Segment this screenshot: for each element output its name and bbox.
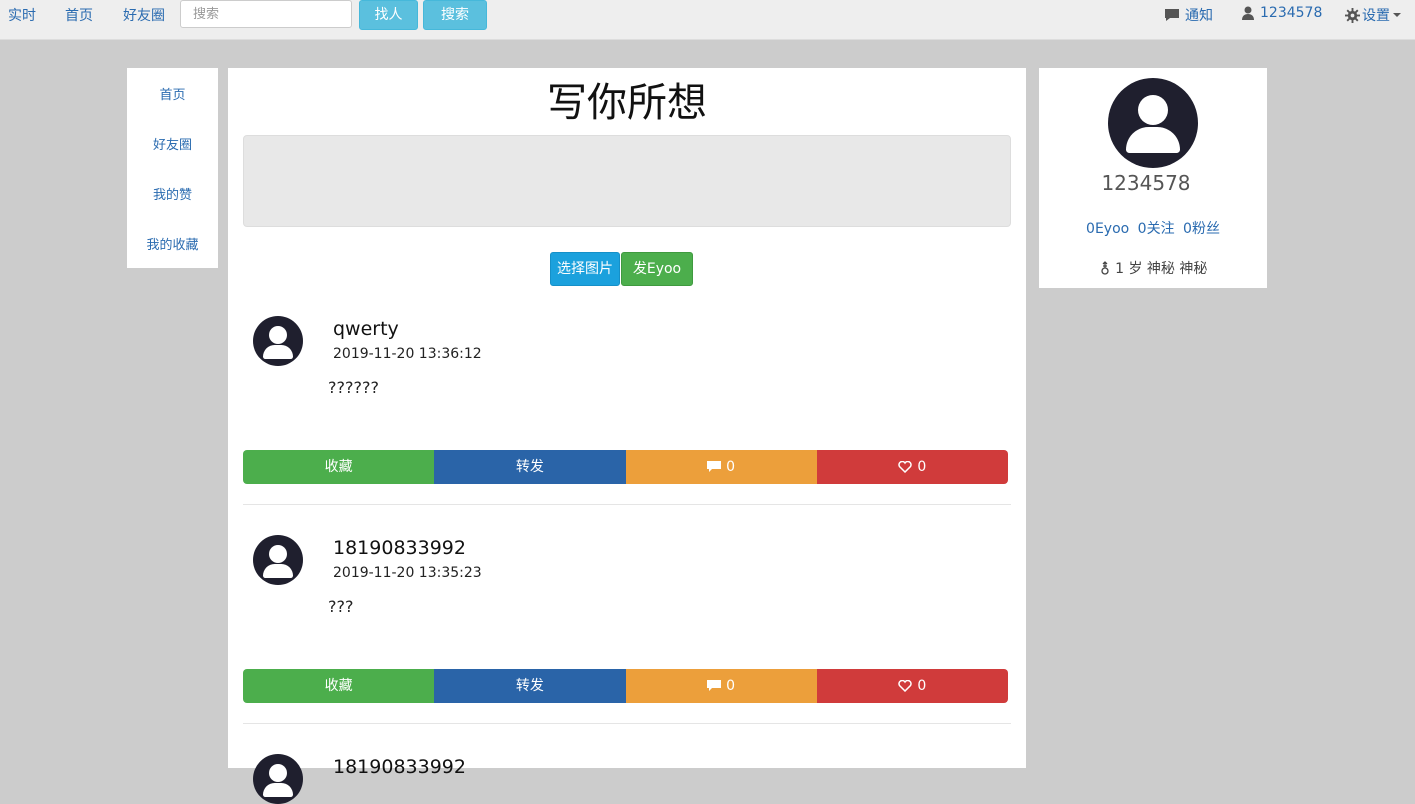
profile-stats: 0Eyoo 0关注 0粉丝 — [1039, 218, 1267, 238]
comment-button[interactable]: 0 — [625, 450, 817, 484]
profile-avatar[interactable] — [1108, 78, 1198, 168]
nav-realtime[interactable]: 实时 — [8, 5, 36, 25]
comment-count: 0 — [726, 678, 736, 694]
notifications-link[interactable]: 通知 — [1164, 5, 1213, 25]
top-navbar: 实时 首页 好友圈 找人 搜索 通知 1234578 设置 — [0, 0, 1415, 40]
profile-card: 1234578 0Eyoo 0关注 0粉丝 1 岁 神秘 神秘 — [1039, 68, 1267, 288]
sidebar-item-my-likes[interactable]: 我的赞 — [127, 184, 218, 203]
settings-label: 设置 — [1362, 8, 1390, 24]
comment-icon — [1165, 9, 1179, 21]
search-input[interactable] — [180, 0, 352, 28]
notify-label: 通知 — [1185, 8, 1213, 24]
post-author[interactable]: 18190833992 — [333, 756, 466, 778]
profile-info: 1 岁 神秘 神秘 — [1039, 258, 1267, 278]
profile-info-text: 1 岁 神秘 神秘 — [1115, 261, 1208, 277]
caret-down-icon — [1393, 13, 1401, 17]
user-link[interactable]: 1234578 — [1241, 5, 1322, 21]
post-time: 2019-11-20 13:35:23 — [333, 565, 482, 581]
gender-icon — [1100, 261, 1109, 275]
forward-button[interactable]: 转发 — [434, 450, 626, 484]
gear-icon — [1345, 7, 1360, 23]
sidebar-item-friends[interactable]: 好友圈 — [127, 134, 218, 153]
post-time: 2019-11-20 13:36:12 — [333, 346, 482, 362]
like-count: 0 — [917, 678, 927, 694]
like-button[interactable]: 0 — [816, 669, 1008, 703]
choose-image-button[interactable]: 选择图片 — [550, 252, 620, 286]
search-button[interactable]: 搜索 — [423, 0, 487, 30]
left-sidebar: 首页 好友圈 我的赞 我的收藏 — [127, 68, 218, 268]
post-actions: 收藏 转发 0 0 — [243, 450, 1008, 484]
like-count: 0 — [917, 459, 927, 475]
user-label: 1234578 — [1260, 5, 1323, 21]
post-content: ??? — [328, 597, 354, 616]
following-link[interactable]: 0关注 — [1138, 221, 1175, 237]
post-author[interactable]: qwerty — [333, 318, 399, 340]
avatar[interactable] — [253, 316, 303, 366]
main-feed: 写你所想 选择图片 发Eyoo qwerty 2019-11-20 13:36:… — [228, 68, 1026, 804]
user-icon — [1242, 6, 1254, 20]
settings-dropdown[interactable]: 设置 — [1345, 5, 1402, 25]
post-author[interactable]: 18190833992 — [333, 537, 466, 559]
post-divider — [243, 723, 1011, 724]
followers-link[interactable]: 0粉丝 — [1183, 221, 1220, 237]
post-divider — [243, 504, 1011, 505]
comment-button[interactable]: 0 — [625, 669, 817, 703]
collect-button[interactable]: 收藏 — [243, 450, 435, 484]
comment-icon — [707, 461, 722, 472]
find-people-button[interactable]: 找人 — [359, 0, 418, 30]
profile-username: 1234578 — [1101, 171, 1191, 195]
post-textarea[interactable] — [243, 135, 1011, 227]
comment-count: 0 — [726, 459, 736, 475]
composer-title: 写你所想 — [547, 80, 707, 126]
post-button[interactable]: 发Eyoo — [621, 252, 693, 286]
sidebar-item-home[interactable]: 首页 — [127, 84, 218, 103]
like-button[interactable]: 0 — [816, 450, 1008, 484]
post-content: ?????? — [328, 378, 379, 397]
eyoo-count-link[interactable]: 0Eyoo — [1086, 221, 1129, 237]
nav-home[interactable]: 首页 — [65, 5, 93, 25]
collect-button[interactable]: 收藏 — [243, 669, 435, 703]
forward-button[interactable]: 转发 — [434, 669, 626, 703]
avatar[interactable] — [253, 535, 303, 585]
heart-icon — [898, 680, 913, 692]
post-actions: 收藏 转发 0 0 — [243, 669, 1008, 703]
nav-friends[interactable]: 好友圈 — [123, 5, 165, 25]
sidebar-item-my-favorites[interactable]: 我的收藏 — [127, 234, 218, 253]
heart-icon — [898, 461, 913, 473]
avatar[interactable] — [253, 754, 303, 804]
comment-icon — [707, 680, 722, 691]
